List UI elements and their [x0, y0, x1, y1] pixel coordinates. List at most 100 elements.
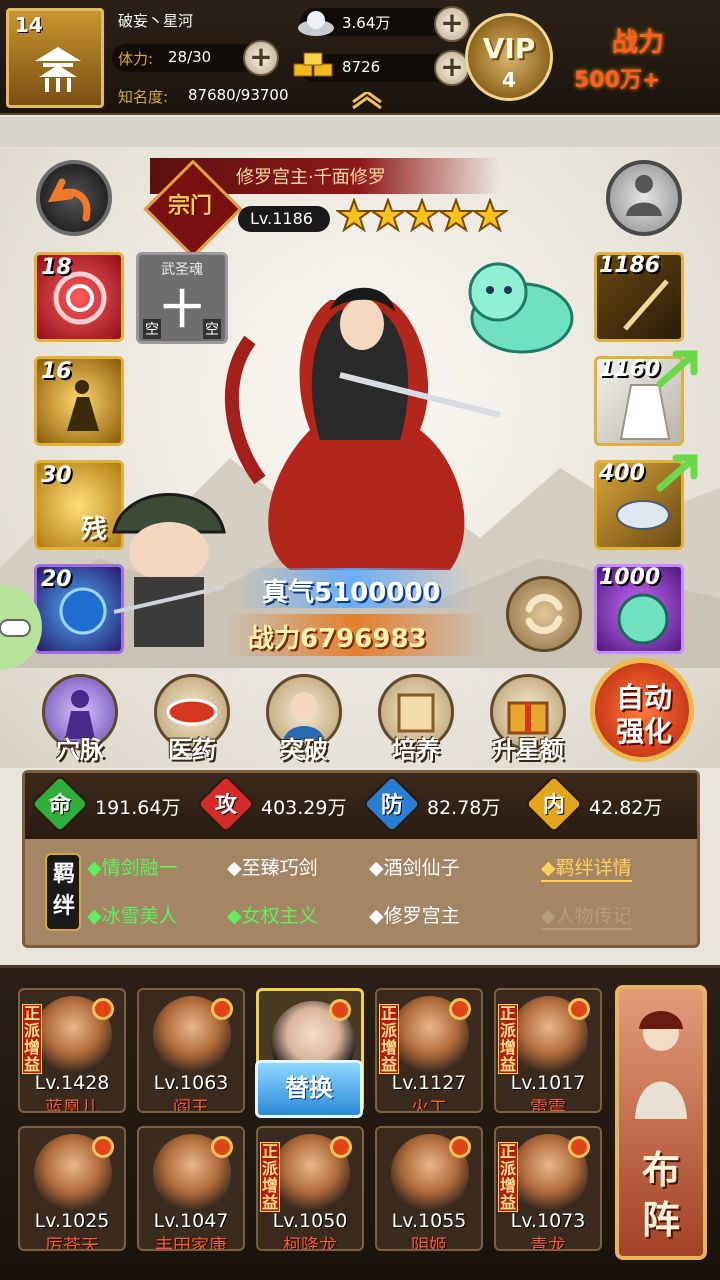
silver-ingot-icon [298, 11, 334, 36]
star-icon [472, 198, 508, 233]
hero-level: Lv.1017 [510, 1072, 586, 1094]
formation-button[interactable]: 布 阵 [615, 985, 707, 1260]
skill-slot-1[interactable]: 18 [34, 252, 124, 342]
swap-button[interactable]: 替换 [255, 1060, 363, 1118]
hero-card[interactable]: Lv.1047 丰田家康 [137, 1126, 245, 1251]
attributes-panel: 命 191.64万 攻 403.29万 防 82.78万 内 42.82万 羁绊… [22, 770, 700, 948]
star-icon [404, 198, 440, 233]
notification-dot-icon [449, 998, 471, 1020]
back-button[interactable] [36, 160, 112, 236]
hero-level: Lv.1127 [391, 1072, 467, 1094]
hero-card[interactable]: Lv.1063 阎王 [137, 988, 245, 1113]
upgrade-arrow-icon [656, 454, 698, 492]
hero-level: Lv.1050 [272, 1210, 348, 1232]
fame-value: 87680/93700 [188, 86, 289, 104]
equip-level: 1000 [599, 565, 661, 590]
soul-slot-a: 空 [143, 319, 161, 339]
bond-detail-link[interactable]: ◆羁绊详情 [541, 853, 632, 882]
player-level: 14 [15, 13, 43, 37]
skill-slot-2[interactable]: 16 [34, 356, 124, 446]
faction-buff-tag: 正派增益 [260, 1142, 280, 1212]
collapse-chevron-icon[interactable] [350, 92, 384, 110]
notification-dot-icon [92, 998, 114, 1020]
bond-item: ◆修罗宫主 [369, 905, 460, 927]
companion-chibi-art [112, 493, 226, 647]
hero-level: Lv.1186 [250, 209, 313, 228]
skill-level: 20 [41, 567, 72, 592]
hero-card[interactable]: 正派增益 Lv.1073 青龙 [494, 1126, 602, 1251]
notification-dot-icon [568, 1136, 590, 1158]
hero-name: 阴姬 [411, 1236, 447, 1251]
tiger-equip-icon [616, 500, 670, 530]
biography-link[interactable]: ◆人物传记 [541, 901, 632, 930]
meditating-figure-icon [626, 175, 662, 216]
hero-name: 厉苍天 [45, 1236, 99, 1251]
star-icon [370, 198, 406, 233]
stamina-value: 28/30 [168, 48, 212, 66]
notification-dot-icon [330, 1136, 352, 1158]
add-silver-button[interactable]: + [434, 6, 470, 42]
pavilion-icon [35, 47, 81, 92]
star-icon [336, 198, 372, 233]
hero-level: Lv.1025 [34, 1210, 110, 1232]
hero-card[interactable]: Lv.1055 阴姬 [375, 1126, 483, 1251]
notification-dot-icon [568, 998, 590, 1020]
lion-pet-icon [617, 593, 669, 645]
stat-value: 191.64万 [95, 797, 181, 819]
fame-label: 知名度: [118, 88, 169, 106]
gold-amount: 8726 [342, 58, 381, 76]
refresh-icon [525, 594, 563, 634]
notification-dot-icon [449, 1136, 471, 1158]
equip-level: 400 [599, 461, 645, 486]
faction-buff-tag: 正派增益 [22, 1004, 42, 1074]
hero-card[interactable]: 正派增益 Lv.1127 火工 [375, 988, 483, 1113]
stat-value: 42.82万 [589, 797, 663, 819]
hero-star-rating [336, 198, 516, 236]
bonds-tag: 羁绊 [45, 853, 81, 931]
hero-name: 青龙 [530, 1236, 566, 1251]
inner-icon: 内 [542, 793, 565, 818]
attack-icon: 攻 [214, 793, 237, 818]
stat-value: 403.29万 [261, 797, 347, 819]
formation-heroes-art [635, 1011, 687, 1119]
defense-icon: 防 [380, 793, 403, 818]
equip-slot-weapon[interactable]: 1186 [594, 252, 684, 342]
menu-cultivate[interactable]: 培养 [376, 674, 456, 765]
faction-buff-tag: 正派增益 [498, 1142, 518, 1212]
hero-card[interactable]: Lv.1025 厉苍天 [18, 1126, 126, 1251]
vip-badge[interactable]: VIP 4 [465, 13, 553, 101]
power-value: 500万+ [574, 68, 661, 93]
gamepad-icon [0, 619, 31, 637]
auto-strengthen-label: 自动强化 [615, 681, 672, 748]
skill-level: 30 [41, 463, 72, 488]
power-label: 战力 [612, 28, 665, 58]
equip-slot-pet[interactable]: 1000 [594, 564, 684, 654]
hero-card[interactable]: 正派增益 Lv.1428 蓝凰儿 [18, 988, 126, 1113]
notification-dot-icon [211, 998, 233, 1020]
star-icon [438, 198, 474, 233]
zhenqi-value: 真气5100000 [262, 578, 441, 608]
add-stamina-button[interactable]: + [243, 40, 279, 76]
skill-level: 18 [41, 255, 72, 280]
auto-strengthen-button[interactable]: 自动强化 [590, 658, 694, 762]
refresh-button[interactable] [506, 576, 582, 652]
menu-breakthrough[interactable]: 突破 [264, 674, 344, 765]
notification-dot-icon [211, 1136, 233, 1158]
divider-strip [0, 117, 720, 147]
bond-item: ◆冰雪美人 [87, 905, 178, 927]
hero-card[interactable]: 正派增益 Lv.1017 雷震 [494, 988, 602, 1113]
sect-badge-label: 宗门 [168, 194, 213, 219]
hero-level: Lv.1063 [153, 1072, 229, 1094]
faction-buff-tag: 正派增益 [379, 1004, 399, 1074]
notification-dot-icon [92, 1136, 114, 1158]
hero-name: 火工 [411, 1098, 447, 1113]
hero-name: 蓝凰儿 [45, 1098, 99, 1113]
stamina-label: 体力: [118, 50, 154, 68]
stat-value: 82.78万 [427, 797, 501, 819]
hero-card[interactable]: 正派增益 Lv.1050 柯降龙 [256, 1126, 364, 1251]
bond-item: ◆女权主义 [227, 905, 318, 927]
player-avatar[interactable]: 14 [6, 8, 104, 108]
portrait-toggle-button[interactable] [606, 160, 682, 236]
menu-acupoints[interactable]: 穴脉 [40, 674, 120, 765]
menu-medicine[interactable]: 医药 [152, 674, 232, 765]
